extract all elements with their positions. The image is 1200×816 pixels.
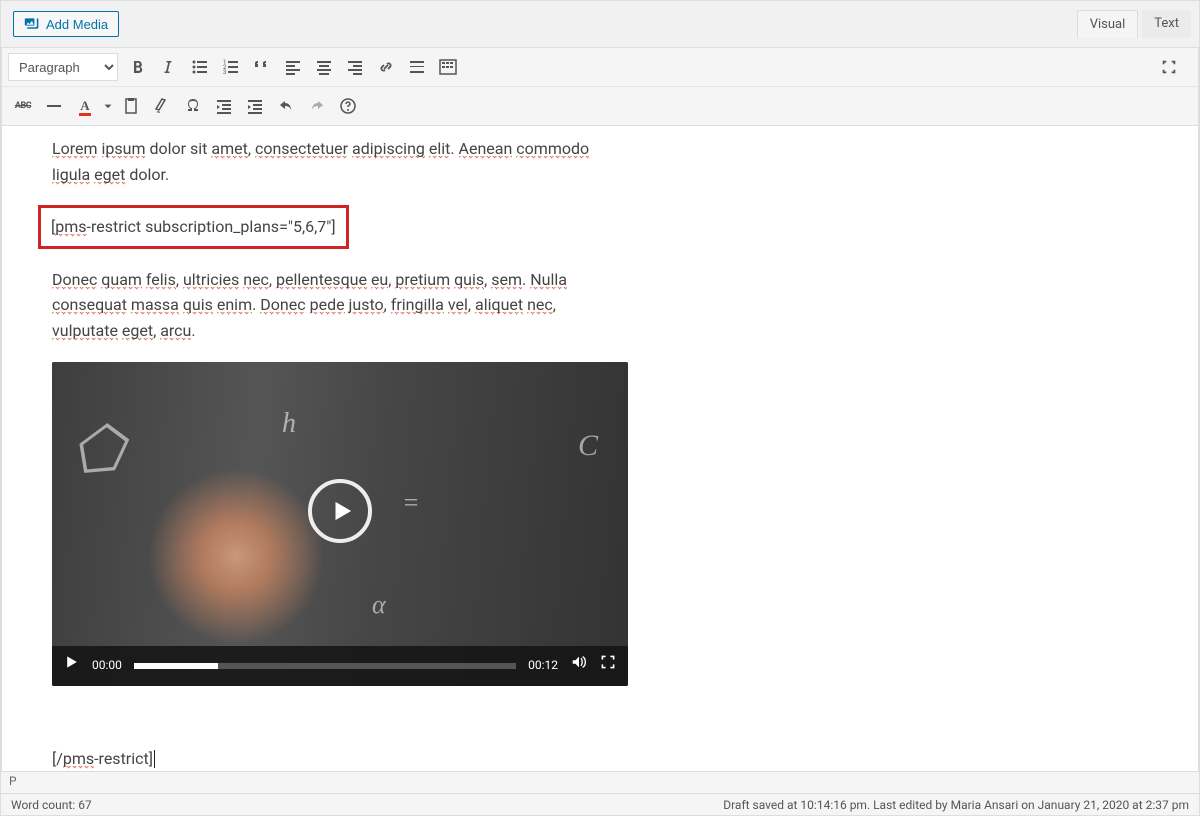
link-button[interactable] — [371, 52, 401, 82]
svg-text:3: 3 — [223, 69, 226, 76]
shortcode-close-text[interactable]: [/pms-restrict] — [52, 746, 1148, 772]
help-button[interactable] — [333, 91, 363, 121]
strikethrough-button[interactable]: ABC — [8, 91, 38, 121]
bullet-list-button[interactable] — [185, 52, 215, 82]
redo-button[interactable] — [302, 91, 332, 121]
distraction-free-button[interactable] — [1154, 52, 1184, 82]
special-character-button[interactable] — [178, 91, 208, 121]
align-right-button[interactable] — [340, 52, 370, 82]
video-player[interactable]: ⬠ h = C α 00:00 00:12 — [52, 362, 628, 686]
text-color-dropdown[interactable] — [101, 91, 115, 121]
paste-as-text-button[interactable] — [116, 91, 146, 121]
format-select[interactable]: Paragraph — [8, 53, 118, 81]
shortcode-open-text[interactable]: [pms-restrict subscription_plans="5,6,7"… — [51, 217, 336, 239]
save-status: Draft saved at 10:14:16 pm. Last edited … — [723, 798, 1189, 812]
blockquote-button[interactable] — [247, 52, 277, 82]
outdent-button[interactable] — [209, 91, 239, 121]
italic-button[interactable] — [154, 52, 184, 82]
align-left-button[interactable] — [278, 52, 308, 82]
bold-button[interactable] — [123, 52, 153, 82]
tab-visual[interactable]: Visual — [1077, 10, 1139, 38]
numbered-list-button[interactable]: 123 — [216, 52, 246, 82]
read-more-button[interactable] — [402, 52, 432, 82]
element-path-bar[interactable]: p — [1, 771, 1199, 793]
shortcode-open-highlight: [pms-restrict subscription_plans="5,6,7"… — [38, 205, 349, 249]
add-media-label: Add Media — [46, 17, 108, 32]
media-icon — [24, 16, 40, 32]
toolbar-toggle-button[interactable] — [433, 52, 463, 82]
editor-toolbar: Paragraph 123 ABC A — [1, 47, 1199, 125]
video-volume-button[interactable] — [570, 653, 588, 677]
video-progress-bar[interactable] — [134, 663, 516, 669]
add-media-button[interactable]: Add Media — [13, 11, 119, 37]
tab-text[interactable]: Text — [1142, 10, 1191, 38]
indent-button[interactable] — [240, 91, 270, 121]
video-play-button[interactable] — [64, 654, 80, 676]
align-center-button[interactable] — [309, 52, 339, 82]
horizontal-rule-button[interactable] — [39, 91, 69, 121]
status-bar: Word count: 67 Draft saved at 10:14:16 p… — [1, 793, 1199, 815]
word-count: Word count: 67 — [11, 798, 92, 812]
paragraph-1[interactable]: Lorem ipsum dolor sit amet, consectetuer… — [52, 136, 612, 187]
undo-button[interactable] — [271, 91, 301, 121]
video-duration: 00:12 — [528, 656, 558, 675]
editor-content-area[interactable]: Lorem ipsum dolor sit amet, consectetuer… — [1, 125, 1199, 781]
video-play-overlay[interactable] — [308, 479, 372, 543]
video-current-time: 00:00 — [92, 656, 122, 675]
text-color-button[interactable]: A — [70, 91, 100, 121]
paragraph-2[interactable]: Donec quam felis, ultricies nec, pellent… — [52, 267, 592, 344]
clear-formatting-button[interactable] — [147, 91, 177, 121]
video-fullscreen-button[interactable] — [600, 654, 616, 676]
element-path[interactable]: p — [9, 774, 17, 788]
video-controls: 00:00 00:12 — [52, 646, 628, 686]
editor-tabs: Visual Text — [1077, 10, 1191, 38]
